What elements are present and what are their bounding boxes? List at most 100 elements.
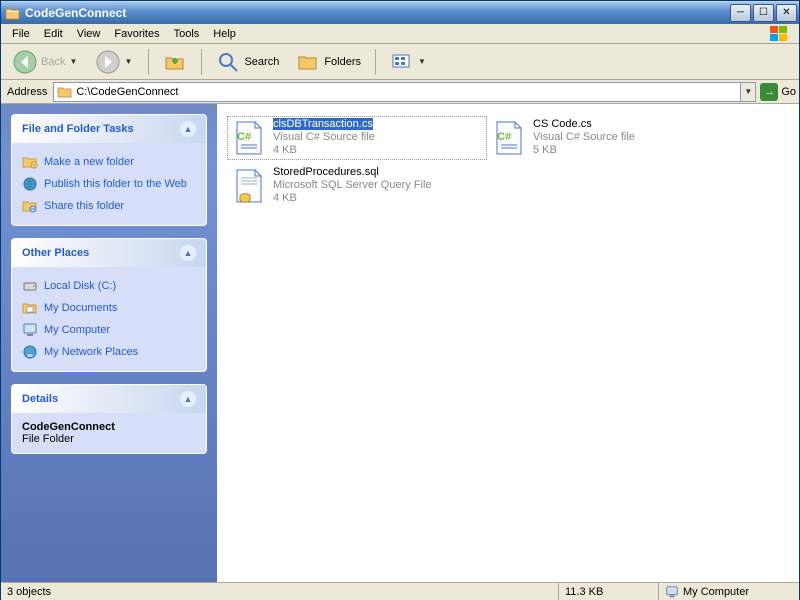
minimize-button[interactable]: ─	[730, 4, 751, 22]
cs-file-icon: C#	[489, 118, 529, 158]
file-size: 4 KB	[273, 144, 297, 156]
address-input[interactable]	[76, 83, 740, 101]
place-item[interactable]: Local Disk (C:)	[22, 275, 196, 297]
cs-file-icon: C#	[229, 118, 269, 158]
folders-label: Folders	[324, 56, 361, 68]
file-item[interactable]: C# clsDBTransaction.csVisual C# Source fi…	[227, 116, 487, 160]
back-arrow-icon	[13, 50, 37, 74]
menu-tools[interactable]: Tools	[167, 26, 207, 42]
go-label: Go	[781, 86, 796, 98]
task-label: Publish this folder to the Web	[44, 178, 187, 190]
place-item[interactable]: My Documents	[22, 297, 196, 319]
close-button[interactable]: ✕	[776, 4, 797, 22]
file-item[interactable]: StoredProcedures.sqlMicrosoft SQL Server…	[227, 164, 487, 208]
file-list-pane[interactable]: C#clsDBTransaction.csVisual C# Source fi…	[217, 104, 799, 582]
menu-view[interactable]: View	[70, 26, 108, 42]
share-folder-icon	[22, 198, 38, 214]
tasks-title: File and Folder Tasks	[22, 123, 134, 135]
file-name: CS Code.cs	[533, 118, 592, 130]
address-dropdown[interactable]: ▼	[740, 83, 755, 101]
collapse-icon[interactable]: ▲	[180, 391, 196, 407]
chevron-down-icon: ▼	[69, 57, 79, 66]
menu-file[interactable]: File	[5, 26, 37, 42]
separator	[375, 49, 376, 75]
tasks-header[interactable]: File and Folder Tasks ▲	[12, 115, 206, 143]
windows-flag-icon	[763, 25, 795, 43]
task-item[interactable]: Make a new folder	[22, 151, 196, 173]
status-zone: My Computer	[659, 583, 799, 600]
folder-up-icon	[163, 50, 187, 74]
status-count: 3 objects	[1, 583, 559, 600]
status-bar: 3 objects 11.3 KB My Computer	[1, 582, 799, 600]
places-header[interactable]: Other Places ▲	[12, 239, 206, 267]
back-label: Back	[41, 56, 65, 68]
menu-help[interactable]: Help	[206, 26, 243, 42]
status-zone-label: My Computer	[683, 586, 749, 598]
folders-icon	[296, 50, 320, 74]
file-name: clsDBTransaction.cs	[273, 118, 373, 130]
file-size: 5 KB	[533, 144, 557, 156]
file-name: StoredProcedures.sql	[273, 166, 379, 178]
title-bar: CodeGenConnect ─ ☐ ✕	[1, 1, 799, 24]
status-size: 11.3 KB	[559, 583, 659, 600]
collapse-icon[interactable]: ▲	[180, 245, 196, 261]
place-item[interactable]: My Network Places	[22, 341, 196, 363]
separator	[201, 49, 202, 75]
file-type: Microsoft SQL Server Query File	[273, 179, 432, 191]
task-pane: File and Folder Tasks ▲ Make a new folde…	[1, 104, 217, 582]
search-icon	[216, 50, 240, 74]
views-button[interactable]: ▼	[383, 48, 435, 76]
search-button[interactable]: Search	[209, 48, 286, 76]
details-box: Details ▲ CodeGenConnect File Folder	[11, 384, 207, 454]
task-label: Share this folder	[44, 200, 124, 212]
forward-arrow-icon	[96, 50, 120, 74]
back-button[interactable]: Back ▼	[6, 48, 86, 76]
folder-new-icon	[22, 154, 38, 170]
docs-icon	[22, 300, 38, 316]
go-button[interactable]: → Go	[760, 83, 796, 101]
task-item[interactable]: Publish this folder to the Web	[22, 173, 196, 195]
file-folder-tasks-box: File and Folder Tasks ▲ Make a new folde…	[11, 114, 207, 226]
search-label: Search	[244, 56, 279, 68]
place-label: My Computer	[44, 324, 110, 336]
svg-text:C#: C#	[497, 131, 511, 143]
file-type: Visual C# Source file	[533, 131, 635, 143]
toolbar: Back ▼ ▼ Search Folders ▼	[1, 44, 799, 80]
places-title: Other Places	[22, 247, 89, 259]
window-title: CodeGenConnect	[25, 6, 730, 20]
views-icon	[390, 50, 414, 74]
folder-open-icon	[5, 5, 21, 21]
chevron-down-icon: ▼	[124, 57, 134, 66]
collapse-icon[interactable]: ▲	[180, 121, 196, 137]
file-size: 4 KB	[273, 192, 297, 204]
details-header[interactable]: Details ▲	[12, 385, 206, 413]
sql-file-icon	[229, 166, 269, 206]
folder-open-icon	[57, 84, 73, 100]
go-arrow-icon: →	[760, 83, 778, 101]
chevron-down-icon: ▼	[418, 57, 428, 66]
computer-icon	[665, 585, 679, 599]
details-name: CodeGenConnect	[22, 421, 115, 433]
file-type: Visual C# Source file	[273, 131, 375, 143]
address-bar: Address ▼ → Go	[1, 80, 799, 104]
menu-favorites[interactable]: Favorites	[107, 26, 166, 42]
folders-button[interactable]: Folders	[289, 48, 368, 76]
address-field[interactable]: ▼	[53, 82, 756, 102]
file-item[interactable]: C# CS Code.csVisual C# Source file5 KB	[487, 116, 747, 160]
disk-icon	[22, 278, 38, 294]
up-button[interactable]	[156, 48, 194, 76]
globe-icon	[22, 176, 38, 192]
place-item[interactable]: My Computer	[22, 319, 196, 341]
task-item[interactable]: Share this folder	[22, 195, 196, 217]
task-label: Make a new folder	[44, 156, 134, 168]
menu-bar: File Edit View Favorites Tools Help	[1, 24, 799, 44]
address-label: Address	[7, 86, 49, 98]
other-places-box: Other Places ▲ Local Disk (C:) My Documen…	[11, 238, 207, 372]
details-title: Details	[22, 393, 58, 405]
maximize-button[interactable]: ☐	[753, 4, 774, 22]
network-icon	[22, 344, 38, 360]
place-label: My Network Places	[44, 346, 138, 358]
place-label: Local Disk (C:)	[44, 280, 116, 292]
menu-edit[interactable]: Edit	[37, 26, 70, 42]
forward-button[interactable]: ▼	[89, 48, 141, 76]
